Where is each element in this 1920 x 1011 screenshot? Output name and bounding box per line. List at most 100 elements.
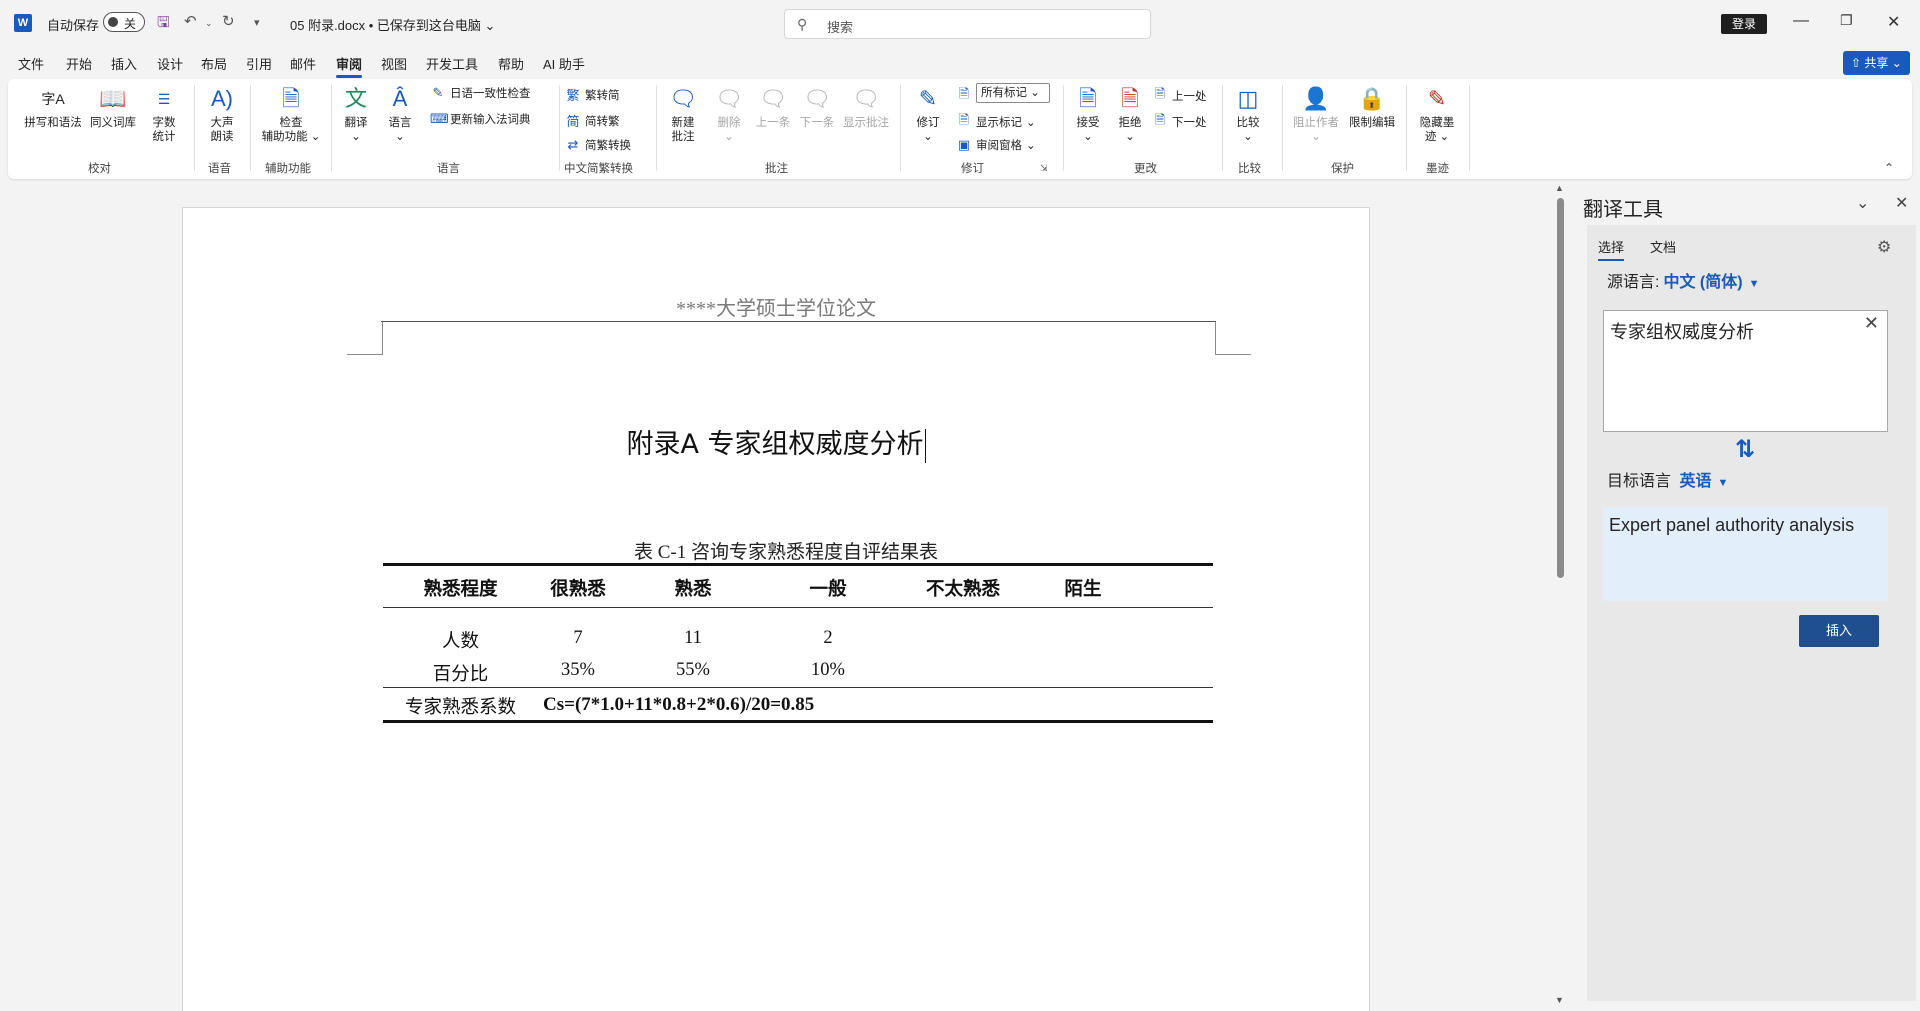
tab-mailings[interactable]: 邮件 <box>290 54 316 73</box>
tab-selection[interactable]: 选择 <box>1598 237 1625 261</box>
table-cell: 2 <box>823 628 833 648</box>
ribbon-tabs: 文件 开始 插入 设计 布局 引用 邮件 审阅 视图 开发工具 帮助 AI 助手 <box>0 50 1920 78</box>
settings-gear-icon[interactable]: ⚙ <box>1877 237 1891 257</box>
language-button[interactable]: Â 语言 ⌄ <box>382 85 418 144</box>
hide-ink-button[interactable]: ✎ 隐藏墨迹 ⌄ <box>1412 85 1462 144</box>
scroll-up-icon[interactable]: ▲ <box>1555 183 1564 193</box>
simp-to-trad-button[interactable]: 简简转繁 <box>565 111 619 130</box>
autosave-state: 关 <box>124 17 137 31</box>
tab-layout[interactable]: 布局 <box>201 54 227 73</box>
undo-dropdown-icon[interactable]: ⌄ <box>205 18 213 29</box>
minimize-icon[interactable]: — <box>1793 12 1809 30</box>
show-comments-button[interactable]: 🗨 显示批注 <box>840 85 892 130</box>
delete-comment-button[interactable]: 🗨 删除 ⌄ <box>709 85 749 144</box>
compare-button[interactable]: ◫ 比较 ⌄ <box>1230 85 1266 144</box>
group-separator <box>250 85 251 171</box>
word-app-icon: W <box>14 14 32 32</box>
tab-document[interactable]: 文档 <box>1650 237 1676 256</box>
restrict-editing-button[interactable]: 🔒 限制编辑 <box>1346 85 1398 130</box>
redo-icon[interactable]: ↻ <box>222 12 235 30</box>
block-authors-button[interactable]: 👤 阻止作者 ⌄ <box>1290 85 1342 144</box>
word-count-button[interactable]: ☰ 字数 统计 <box>144 85 184 144</box>
target-language-value: 英语 <box>1679 473 1712 490</box>
pane-close-icon[interactable]: ✕ <box>1895 193 1908 213</box>
new-comment-button[interactable]: 🗨 新建 批注 <box>664 85 702 144</box>
show-markup-icon: 🗎 <box>958 112 970 127</box>
next-change-button[interactable]: 🗎 下一处 <box>1152 111 1207 133</box>
thesaurus-button[interactable]: 📖 同义词库 <box>88 85 138 130</box>
previous-comment-button[interactable]: 🗨 上一条 <box>753 85 793 130</box>
simp-trad-conversion-button[interactable]: ⇄ 简繁转换 <box>565 137 631 153</box>
login-button[interactable]: 登录 <box>1721 14 1767 34</box>
tab-design[interactable]: 设计 <box>157 54 183 73</box>
markup-dropdown[interactable]: 所有标记 ⌄ <box>976 83 1050 103</box>
jp-consistency-button[interactable]: ✎ 日语一致性检查 <box>430 85 531 101</box>
translate-button[interactable]: 文翻译 ⌄ <box>338 85 374 144</box>
table-caption[interactable]: 表 C-1 咨询专家熟悉程度自评结果表 <box>183 537 1369 564</box>
next-comment-button[interactable]: 🗨 下一条 <box>797 85 837 130</box>
share-button[interactable]: ⇧ 共享 ⌄ <box>1843 51 1910 75</box>
markup-view-icon-wrap: 🗎 <box>956 85 972 107</box>
target-language-label: 目标语言 <box>1607 473 1672 490</box>
scroll-down-icon[interactable]: ▼ <box>1555 995 1564 1005</box>
tab-file[interactable]: 文件 <box>18 54 44 73</box>
reject-icon: 🗎 <box>1121 86 1139 111</box>
source-language-label: 源语言: <box>1607 274 1660 291</box>
spelling-grammar-button[interactable]: 字A 拼写和语法 <box>22 85 84 130</box>
tracking-options-launcher-icon[interactable]: ⇲ <box>1040 163 1048 174</box>
accept-button[interactable]: 🗎 接受 ⌄ <box>1070 85 1106 144</box>
customize-toolbar-icon[interactable]: ▾ <box>254 16 260 29</box>
tab-developer[interactable]: 开发工具 <box>426 54 478 73</box>
appendix-heading[interactable]: 附录A 专家组权威度分析 <box>183 422 1369 463</box>
tab-insert[interactable]: 插入 <box>111 54 137 73</box>
tab-home[interactable]: 开始 <box>66 54 92 73</box>
autosave-toggle[interactable]: 关 <box>103 12 145 32</box>
save-icon[interactable]: 🖫 <box>157 12 170 37</box>
translate-icon: 文 <box>344 86 367 111</box>
tab-references[interactable]: 引用 <box>246 54 272 73</box>
clear-source-icon[interactable]: ✕ <box>1864 313 1879 334</box>
tab-view[interactable]: 视图 <box>381 54 407 73</box>
show-comments-icon: 🗨 <box>852 86 880 111</box>
table-cell: 7 <box>573 628 583 648</box>
header-rule <box>381 321 1216 322</box>
document-page[interactable]: ****大学硕士学位论文 附录A 专家组权威度分析 表 C-1 咨询专家熟悉程度… <box>182 207 1370 1011</box>
table-header-cell: 熟悉 <box>674 580 712 600</box>
update-ime-dict-button[interactable]: ⌨ 更新输入法词典 <box>430 111 531 127</box>
previous-change-button[interactable]: 🗎 上一处 <box>1152 85 1207 107</box>
undo-icon[interactable]: ↶ <box>184 12 197 30</box>
read-aloud-icon: A) <box>211 86 233 111</box>
track-changes-button[interactable]: ✎ 修订 ⌄ <box>908 85 948 144</box>
page-header[interactable]: ****大学硕士学位论文 <box>183 292 1369 321</box>
scrollbar-thumb[interactable] <box>1557 198 1564 578</box>
crop-mark <box>1215 322 1216 355</box>
source-language-selector[interactable]: 源语言: 中文 (简体) ▼ <box>1607 268 1759 292</box>
collapse-ribbon-icon[interactable]: ⌃ <box>1884 161 1894 175</box>
read-aloud-button[interactable]: A) 大声 朗读 <box>202 85 242 144</box>
ime-dict-icon: ⌨ <box>430 111 449 126</box>
track-changes-icon: ✎ <box>918 86 938 111</box>
tab-ai-assistant[interactable]: AI 助手 <box>543 54 585 73</box>
trad-to-simp-button[interactable]: 繁繁转简 <box>565 85 619 104</box>
source-text-box[interactable]: 专家组权威度分析 ✕ <box>1603 310 1888 432</box>
close-icon[interactable]: ✕ <box>1887 12 1900 32</box>
text-cursor <box>924 428 926 463</box>
search-box[interactable]: ⚲ 搜索 <box>784 9 1151 39</box>
target-language-selector[interactable]: 目标语言 英语 ▼ <box>1607 467 1728 491</box>
insert-button[interactable]: 插入 <box>1799 615 1879 647</box>
reviewing-pane-button[interactable]: ▣ 审阅窗格 ⌄ <box>956 137 1036 153</box>
table-cell: 11 <box>684 628 702 648</box>
show-markup-button[interactable]: 🗎 显示标记 ⌄ <box>956 111 1036 133</box>
simp-to-trad-icon: 简 <box>566 114 580 129</box>
translation-output: Expert panel authority analysis <box>1603 507 1888 601</box>
tab-help[interactable]: 帮助 <box>498 54 524 73</box>
tab-review[interactable]: 审阅 <box>336 54 363 78</box>
group-separator <box>331 85 332 171</box>
document-scrollbar[interactable]: ▲ ▼ <box>1553 183 1567 1011</box>
restore-icon[interactable]: ❐ <box>1840 12 1853 29</box>
swap-languages-icon[interactable]: ⇅ <box>1735 435 1755 464</box>
document-title[interactable]: 05 附录.docx • 已保存到这台电脑 ⌄ <box>290 15 495 34</box>
reject-button[interactable]: 🗎 拒绝 ⌄ <box>1112 85 1148 144</box>
check-accessibility-button[interactable]: 🗎 检查 辅助功能 ⌄ <box>258 85 324 144</box>
pane-options-chevron-icon[interactable]: ⌄ <box>1856 193 1869 213</box>
